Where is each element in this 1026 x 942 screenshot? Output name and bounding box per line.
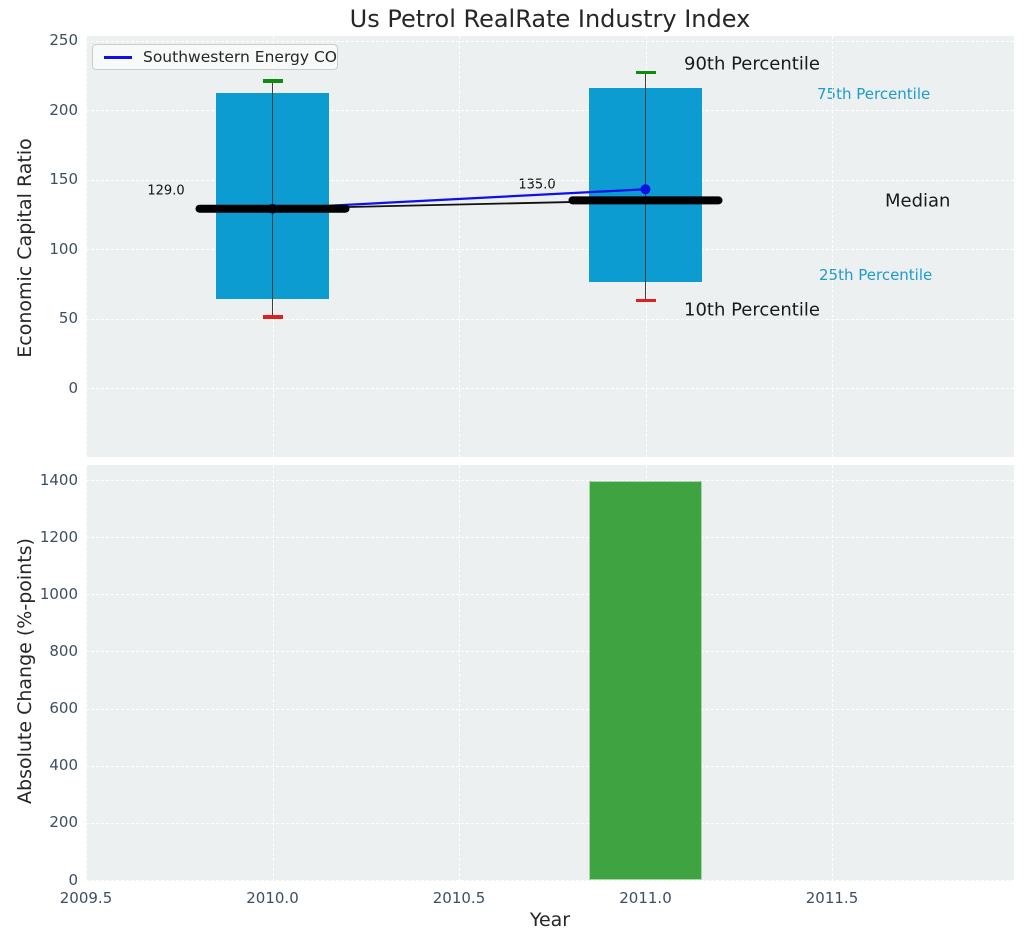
h-gridline	[86, 766, 1014, 767]
y-tick-label: 400	[0, 756, 78, 775]
y-tick-label: 100	[0, 240, 78, 259]
h-gridline	[86, 823, 1014, 824]
v-gridline	[273, 465, 274, 881]
h-gridline	[86, 880, 1014, 881]
h-gridline	[86, 594, 1014, 595]
x-tick-label: 2010.0	[233, 889, 313, 908]
v-gridline	[832, 465, 833, 881]
y-tick-label: 1200	[0, 528, 78, 547]
y-tick-label: 0	[0, 379, 78, 398]
h-gridline	[86, 537, 1014, 538]
h-gridline	[86, 480, 1014, 481]
y-tick-label: 250	[0, 31, 78, 50]
x-tick-label: 2011.0	[606, 889, 686, 908]
change-bar	[589, 481, 702, 880]
x-axis-label: Year	[86, 909, 1014, 931]
chart-title: Us Petrol RealRate Industry Index	[86, 5, 1014, 33]
y-tick-label: 1000	[0, 585, 78, 604]
figure: Us Petrol RealRate Industry Index Southw…	[0, 0, 1026, 942]
v-gridline	[459, 465, 460, 881]
x-tick-label: 2010.5	[419, 889, 499, 908]
y-tick-label: 1400	[0, 471, 78, 490]
x-tick-label: 2009.5	[46, 889, 126, 908]
y-tick-label: 0	[0, 871, 78, 890]
y-tick-label: 200	[0, 813, 78, 832]
h-gridline	[86, 651, 1014, 652]
y-tick-label: 200	[0, 101, 78, 120]
bottom-y-axis-label: Absolute Change (%-points)	[14, 521, 36, 821]
v-gridline	[86, 465, 87, 881]
x-tick-label: 2011.5	[792, 889, 872, 908]
company-data-point	[641, 184, 651, 194]
y-tick-label: 800	[0, 642, 78, 661]
y-tick-label: 50	[0, 309, 78, 328]
y-tick-label: 150	[0, 170, 78, 189]
y-tick-label: 600	[0, 699, 78, 718]
top-chart-lines	[86, 36, 1014, 457]
bottom-plot-area	[86, 465, 1014, 881]
h-gridline	[86, 709, 1014, 710]
top-plot-area: Southwestern Energy CO 129.0 135.0 90th …	[86, 36, 1014, 457]
